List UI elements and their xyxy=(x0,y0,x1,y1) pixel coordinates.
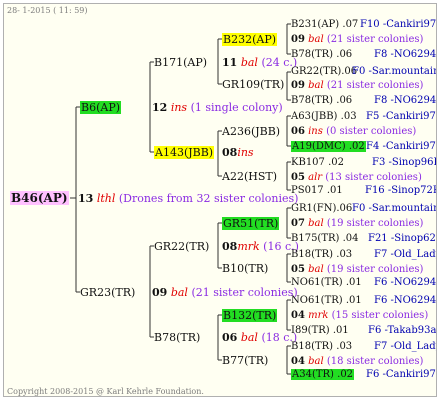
gen4-code-4: F8 -NO6294R xyxy=(374,95,437,106)
gen3-info-1: 09 bal (21 sister colonies) xyxy=(291,34,424,45)
gen4-row-1[interactable]: B231(AP) .07 xyxy=(291,18,358,31)
gen2-queen-1[interactable]: B171(AP) xyxy=(154,56,207,69)
gen4-code-10: F21 -Sinop62R xyxy=(368,233,437,244)
gen4-code-2: F8 -NO6294R xyxy=(374,49,437,60)
gen1-info-1: 12 ins (1 single colony) xyxy=(152,101,283,114)
gen3-queen-7[interactable]: B132(TR) xyxy=(222,309,278,322)
gen2-info-3: 08mrk (16 c.) xyxy=(222,240,299,253)
gen4-code-6: F4 -Cankiri97Q xyxy=(366,141,437,152)
gen4-row-15[interactable]: B18(TR) .03 xyxy=(291,340,352,353)
gen4-code-5: F5 -Cankiri97Q xyxy=(366,111,437,122)
gen3-queen-8[interactable]: B77(TR) xyxy=(222,354,268,367)
gen2-info-4: 06 bal (18 c.) xyxy=(222,331,298,344)
gen4-row-3[interactable]: GR22(TR).06 xyxy=(291,65,357,78)
gen4-row-4[interactable]: B78(TR) .06 xyxy=(291,94,352,107)
gen3-queen-6[interactable]: B10(TR) xyxy=(222,262,268,275)
gen3-info-3: 06 ins (0 sister colonies) xyxy=(291,126,417,137)
gen4-code-16: F6 -Cankiri97Q xyxy=(366,369,437,380)
gen4-row-6[interactable]: A19(DMC) .02 xyxy=(291,140,366,153)
copyright: Copyright 2008-2015 @ Karl Kehrle Founda… xyxy=(7,387,204,396)
gen3-info-6: 05 bal (19 sister colonies) xyxy=(291,264,424,275)
gen4-row-5[interactable]: A63(JBB) .03 xyxy=(291,110,357,123)
gen1-info-2: 09 bal (21 sister colonies) xyxy=(152,286,298,299)
gen4-row-11[interactable]: B18(TR) .03 xyxy=(291,248,352,261)
gen3-info-8: 04 bal (18 sister colonies) xyxy=(291,356,424,367)
gen3-queen-2[interactable]: GR109(TR) xyxy=(222,78,284,91)
gen4-code-9: F0 -Sar.mountain06Q xyxy=(352,203,436,214)
gen4-row-9[interactable]: GR1(FN).06 xyxy=(291,202,352,215)
pedigree-panel: 28- 1-2015 ( 11: 59) Copyright 2008-2015… xyxy=(3,3,437,397)
gen2-info-1: 11 bal (24 c.) xyxy=(222,56,298,69)
gen3-info-4: 05 alr (13 sister colonies) xyxy=(291,172,422,183)
gen2-info-2: 08ins xyxy=(222,146,254,159)
gen4-code-14: F6 -Takab93aR xyxy=(368,325,437,336)
gen4-code-1: F10 -Cankiri97Q xyxy=(360,19,437,30)
gen4-row-13[interactable]: NO61(TR) .01 xyxy=(291,294,362,307)
gen4-code-12: F6 -NO6294R xyxy=(374,277,437,288)
gen1-queen-1[interactable]: B6(AP) xyxy=(80,101,122,114)
gen4-code-7: F3 -Sinop96R xyxy=(372,157,437,168)
gen4-code-3: F0 -Sar.mountain06Q xyxy=(352,66,436,77)
gen4-row-10[interactable]: B175(TR) .04 xyxy=(291,232,359,245)
gen3-queen-3[interactable]: A236(JBB) xyxy=(222,125,280,138)
gen2-queen-2[interactable]: A143(JBB) xyxy=(154,146,215,159)
gen4-code-13: F6 -NO6294R xyxy=(374,295,437,306)
gen4-row-16[interactable]: A34(TR) .02 xyxy=(291,368,355,381)
gen3-info-5: 07 bal (19 sister colonies) xyxy=(291,218,424,229)
gen1-queen-2[interactable]: GR23(TR) xyxy=(80,286,135,299)
gen4-row-8[interactable]: PS017 .01 xyxy=(291,184,343,197)
gen3-info-2: 09 bal (21 sister colonies) xyxy=(291,80,424,91)
gen2-queen-4[interactable]: B78(TR) xyxy=(154,331,200,344)
gen3-queen-4[interactable]: A22(HST) xyxy=(222,170,277,183)
gen4-code-15: F7 -Old_Lady xyxy=(374,341,437,352)
gen4-row-2[interactable]: B78(TR) .06 xyxy=(291,48,352,61)
gen4-code-8: F16 -Sinop72R xyxy=(365,185,437,196)
gen3-info-7: 04 mrk (15 sister colonies) xyxy=(291,310,429,321)
root-info: 13 lthl (Drones from 32 sister colonies) xyxy=(78,192,299,205)
gen4-row-14[interactable]: I89(TR) .01 xyxy=(291,324,349,337)
gen2-queen-3[interactable]: GR22(TR) xyxy=(154,240,209,253)
timestamp: 28- 1-2015 ( 11: 59) xyxy=(7,6,88,15)
gen4-code-11: F7 -Old_Lady xyxy=(374,249,437,260)
root-queen[interactable]: B46(AP) xyxy=(10,191,69,205)
gen3-queen-1[interactable]: B232(AP) xyxy=(222,33,278,46)
gen4-row-7[interactable]: KB107 .02 xyxy=(291,156,344,169)
gen4-row-12[interactable]: NO61(TR) .01 xyxy=(291,276,362,289)
gen3-queen-5[interactable]: GR51(TR) xyxy=(222,217,280,230)
